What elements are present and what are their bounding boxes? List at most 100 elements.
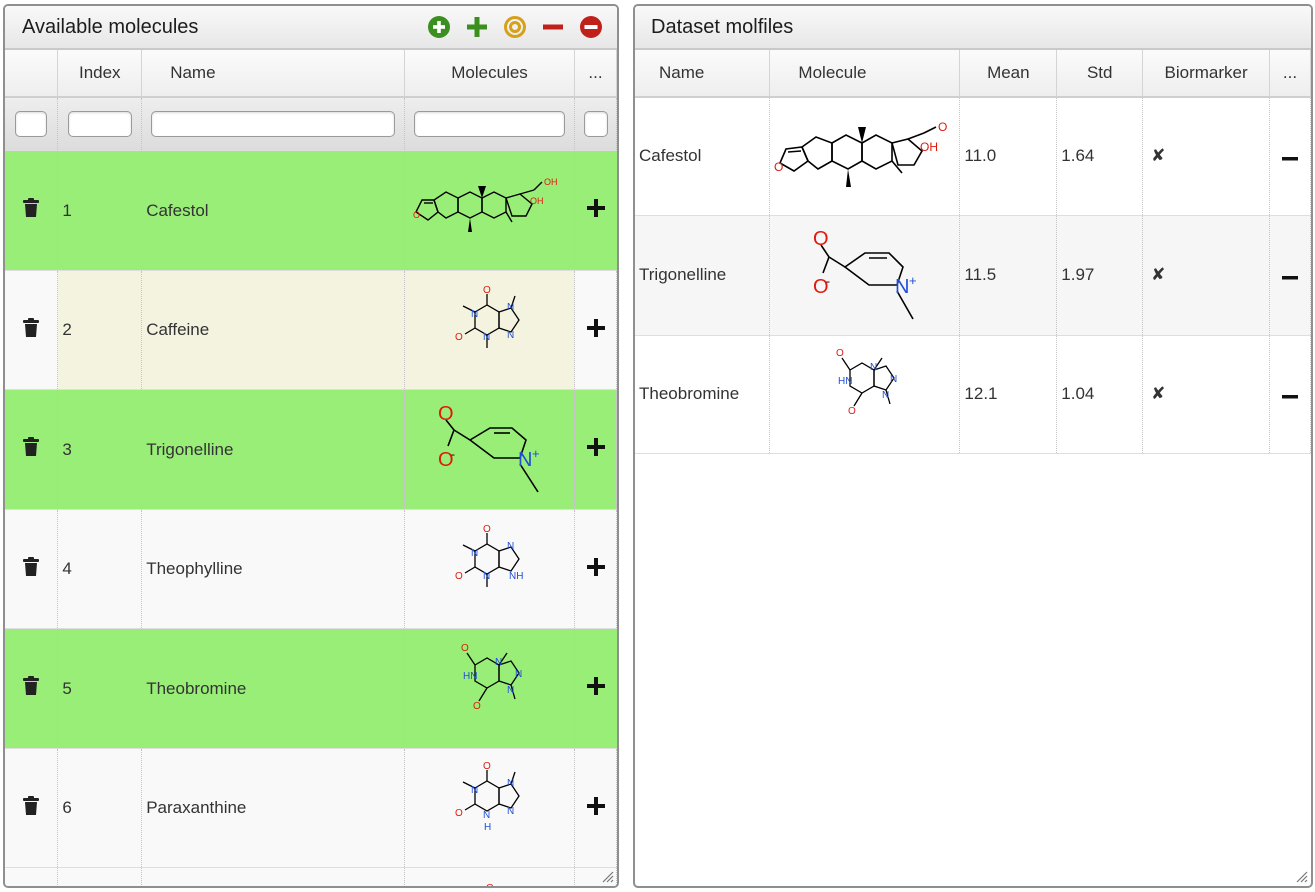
table-row[interactable]: 6 Paraxanthine O O N N H N N xyxy=(5,748,617,868)
oxygen-label: O xyxy=(455,571,463,582)
biomarker-cross-icon[interactable]: ✘ xyxy=(1142,215,1271,336)
std-value: 1.04 xyxy=(1056,335,1144,454)
oxygen-label: O xyxy=(483,524,491,535)
column-header-more[interactable]: ... xyxy=(574,50,617,98)
remove-row-icon[interactable] xyxy=(1282,395,1299,399)
trash-icon[interactable] xyxy=(22,795,40,816)
column-header-molecule[interactable]: Molecule xyxy=(769,50,961,98)
resize-grip-icon[interactable] xyxy=(602,871,614,883)
cafestol-structure: O OH OH xyxy=(413,177,558,232)
biomarker-cross-icon[interactable]: ✘ xyxy=(1142,335,1271,454)
minus-icon[interactable] xyxy=(541,15,565,39)
nitrogen-label: N xyxy=(471,548,478,559)
dataset-molfiles-table: Name Molecule Mean Std Biormarker ... Ca… xyxy=(635,50,1311,454)
charge-plus: + xyxy=(909,273,917,288)
table-row[interactable]: 2 Caffeine O O N N N N xyxy=(5,270,617,390)
nitrogen-label: N xyxy=(471,785,478,796)
table-row[interactable]: Cafestol O O OH 11.0 1.64 ✘ xyxy=(635,97,1311,216)
panel-header: Dataset molfiles xyxy=(635,6,1311,50)
panel-title: Dataset molfiles xyxy=(651,16,794,38)
mean-value: 12.1 xyxy=(959,335,1058,454)
add-row-icon[interactable] xyxy=(586,318,605,337)
column-header-name[interactable]: Name xyxy=(635,50,771,98)
plus-icon[interactable] xyxy=(465,15,489,39)
oxygen-label: O xyxy=(455,332,463,343)
add-row-icon[interactable] xyxy=(586,677,605,695)
mean-value: 11.0 xyxy=(959,97,1058,216)
filter-molecules-input[interactable] xyxy=(414,111,566,137)
filter-name-input[interactable] xyxy=(151,111,396,137)
theophylline-structure: O O N N N NH xyxy=(455,524,523,587)
add-row-icon[interactable] xyxy=(586,438,605,456)
remove-row-icon[interactable] xyxy=(1282,157,1299,161)
table-row[interactable]: Trigonelline O O - N + 11.5 1.97 ✘ xyxy=(635,215,1311,336)
add-row-icon[interactable] xyxy=(586,199,605,217)
remove-circle-icon[interactable] xyxy=(579,15,603,39)
nitrogen-label: N xyxy=(890,374,897,385)
oxygen-label: O xyxy=(774,160,783,174)
resize-grip-icon[interactable] xyxy=(1296,871,1308,883)
biomarker-cross-icon[interactable]: ✘ xyxy=(1142,97,1271,216)
nitrogen-label: N xyxy=(507,806,514,817)
available-molecules-table: Index Name Molecules ... 1 Cafestol O OH… xyxy=(5,50,617,887)
table-row[interactable]: Theobromine O O HN N N N 12.1 1.04 ✘ xyxy=(635,335,1311,454)
hydroxyl-label: OH xyxy=(544,177,558,187)
target-icon[interactable] xyxy=(503,15,527,39)
nitrogen-label: N xyxy=(515,669,522,680)
filter-index-input[interactable] xyxy=(67,111,132,137)
hydroxyl-label: OH xyxy=(530,196,544,206)
table-row[interactable]: 5 Theobromine O O HN N N N xyxy=(5,628,617,749)
row-name: Trigonelline xyxy=(635,215,771,336)
column-header-name[interactable]: Name xyxy=(141,50,406,98)
row-name: Cafestol xyxy=(635,97,771,216)
add-circle-icon[interactable] xyxy=(427,15,451,39)
trash-icon[interactable] xyxy=(22,437,40,457)
filter-more-input[interactable] xyxy=(584,111,609,137)
row-index: 1 xyxy=(57,150,143,271)
cafestol-structure: O O OH xyxy=(774,120,947,188)
caffeine-structure: O O N N N N xyxy=(455,285,520,348)
hydrogen-label: H xyxy=(484,822,491,833)
panel-header: Available molecules xyxy=(5,6,617,50)
remove-row-icon[interactable] xyxy=(1282,276,1299,280)
trash-icon[interactable] xyxy=(22,556,40,577)
trash-icon[interactable] xyxy=(22,676,40,696)
theobromine-structure: O O HN N N N xyxy=(836,348,897,417)
trash-icon[interactable] xyxy=(22,317,40,338)
hn-label: HN xyxy=(463,671,477,682)
oxygen-label: O xyxy=(848,406,856,417)
add-row-icon[interactable] xyxy=(586,796,605,815)
oxygen-label: O xyxy=(483,761,491,772)
filter-checkbox[interactable] xyxy=(15,111,48,137)
column-header-molecules[interactable]: Molecules xyxy=(404,50,576,98)
table-row[interactable]: 4 Theophylline O O N N N NH xyxy=(5,509,617,629)
column-header-index[interactable]: Index xyxy=(57,50,143,98)
oxygen-label: O xyxy=(438,403,454,425)
column-header-mean[interactable]: Mean xyxy=(959,50,1058,98)
available-molecules-panel: Available molecules Index Name Molecules… xyxy=(3,4,619,888)
column-header-std[interactable]: Std xyxy=(1056,50,1144,98)
column-header-actions xyxy=(5,50,59,98)
nitrogen-label: N xyxy=(882,390,889,401)
add-row-icon[interactable] xyxy=(586,557,605,576)
oxygen-label: O xyxy=(483,285,491,296)
table-row[interactable]: 3 Trigonelline O O - N + xyxy=(5,389,617,510)
row-name: Cafestol xyxy=(141,150,406,271)
row-index: 5 xyxy=(57,628,143,749)
table-header-row: Index Name Molecules ... xyxy=(5,50,617,98)
table-row[interactable]: 1 Cafestol O OH OH xyxy=(5,150,617,271)
nh-label: N xyxy=(483,810,490,821)
paraxanthine-structure: O O N N H N N xyxy=(455,761,520,833)
oxygen-label: O xyxy=(473,701,481,712)
theobromine-structure: O O HN N N N xyxy=(461,643,522,712)
charge-plus: + xyxy=(532,446,540,461)
row-name: Caffeine xyxy=(141,270,406,390)
column-header-biomarker[interactable]: Biormarker xyxy=(1142,50,1271,98)
charge-minus: - xyxy=(826,274,830,288)
column-header-more[interactable]: ... xyxy=(1269,50,1311,98)
partial-structure: O xyxy=(486,883,494,887)
nitrogen-label: N xyxy=(483,332,490,343)
trash-icon[interactable] xyxy=(22,198,40,218)
trigonelline-structure: O O - N + xyxy=(813,228,917,320)
table-row[interactable]: O xyxy=(5,867,617,887)
